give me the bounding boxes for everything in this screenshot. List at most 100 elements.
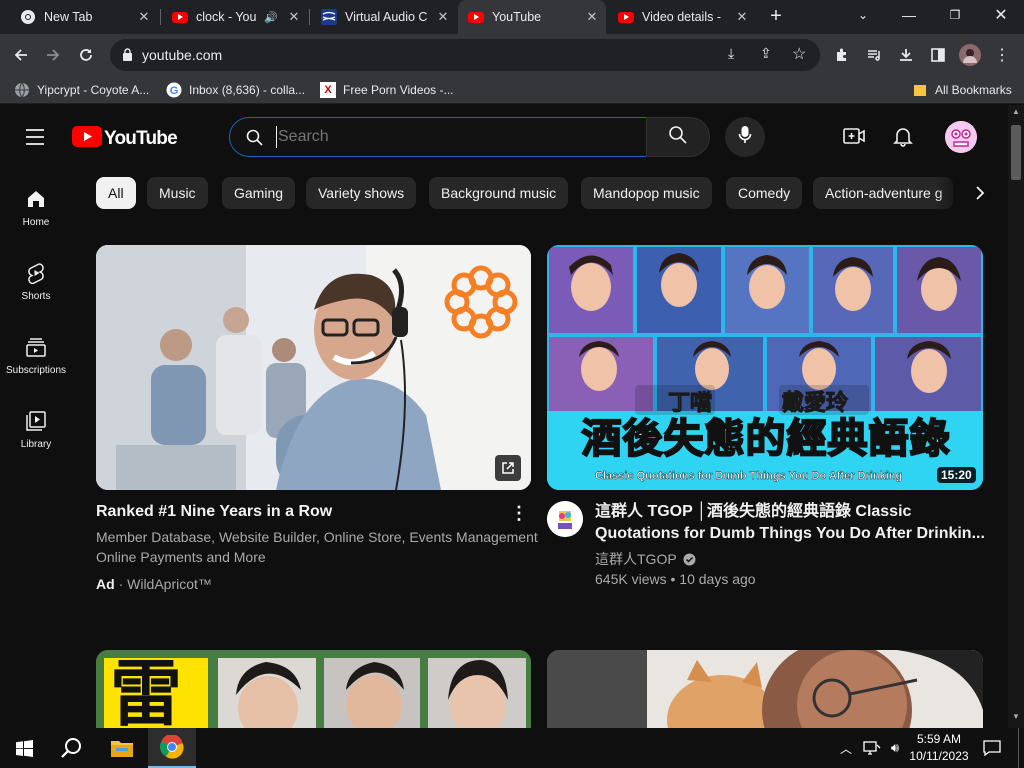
chip-variety-shows[interactable]: Variety shows <box>306 177 417 209</box>
google-icon: G <box>166 82 182 98</box>
scrollbar-thumb[interactable] <box>1011 125 1021 180</box>
windows-start-icon[interactable] <box>0 728 48 768</box>
bookmarks-bar: Yipcrypt - Coyote A... G Inbox (8,636) -… <box>0 76 1024 104</box>
tab-search-chevron-icon[interactable]: ⌄ <box>840 0 886 30</box>
tray-overflow-chevron-icon[interactable]: ︿ <box>836 728 856 768</box>
video-stats: 645K views • 10 days ago <box>595 571 756 587</box>
voice-search-button[interactable] <box>725 117 765 157</box>
media-queue-icon[interactable] <box>861 42 887 68</box>
reload-icon[interactable] <box>73 42 99 68</box>
bookmark-star-icon[interactable]: ☆ <box>792 44 806 64</box>
lock-icon[interactable] <box>122 48 133 66</box>
bookmark-label: Free Porn Videos -... <box>343 83 454 97</box>
create-video-icon[interactable] <box>842 125 866 152</box>
taskbar-search-icon[interactable] <box>48 728 96 768</box>
profile-avatar-icon[interactable] <box>957 42 983 68</box>
chip-all[interactable]: All <box>96 177 136 209</box>
ad-advertiser: Ad · WildApricot™ <box>96 576 212 592</box>
page-scrollbar[interactable]: ▲ ▼ <box>1008 105 1024 728</box>
thumb-headline: 酒後失態的經典語錄 <box>581 416 951 462</box>
new-tab-plus-icon[interactable]: + <box>764 5 788 29</box>
virtual-audio-icon <box>321 9 337 25</box>
youtube-logo-text: YouTube <box>104 128 178 149</box>
chip-background-music[interactable]: Background music <box>429 177 569 209</box>
thumb-subtitle: Classic Quotations for Dumb Things You D… <box>595 470 903 482</box>
chrome-taskbar-icon[interactable] <box>148 728 196 768</box>
bookmark-item[interactable]: X Free Porn Videos -... <box>320 81 454 99</box>
video-title-line2[interactable]: Quotations for Dumb Things You Do After … <box>595 523 985 545</box>
sidebar-item-library[interactable]: Library <box>0 409 72 450</box>
extensions-puzzle-icon[interactable] <box>829 42 855 68</box>
notifications-bell-icon[interactable] <box>892 125 914 152</box>
sidebar-item-shorts[interactable]: Shorts <box>0 261 72 302</box>
speaker-icon[interactable]: 🔊 <box>264 11 278 24</box>
x-icon: X <box>320 82 336 98</box>
search-input[interactable] <box>276 126 631 148</box>
minimize-icon[interactable]: — <box>886 0 932 30</box>
bookmark-item[interactable]: Yipcrypt - Coyote A... <box>14 81 149 99</box>
video-thumbnail[interactable]: 雷 <box>96 650 531 728</box>
system-clock[interactable]: 5:59 AM 10/11/2023 <box>900 731 978 765</box>
account-avatar-icon[interactable] <box>945 121 977 153</box>
search-button[interactable] <box>646 117 710 157</box>
scroll-down-arrow-icon[interactable]: ▼ <box>1008 712 1024 726</box>
search-box[interactable] <box>229 117 647 157</box>
video-thumbnail[interactable] <box>547 650 983 728</box>
downloads-icon[interactable] <box>893 42 919 68</box>
chip-gaming[interactable]: Gaming <box>222 177 296 209</box>
clock-date: 10/11/2023 <box>909 749 969 763</box>
view-count: 645K views <box>595 571 667 587</box>
share-icon[interactable]: ⇪ <box>760 45 772 62</box>
tab-strip: New Tab ✕ clock - You 🔊 ✕ Virtual Audio … <box>0 0 1024 34</box>
side-panel-icon[interactable] <box>925 42 951 68</box>
close-window-icon[interactable]: ✕ <box>978 0 1024 30</box>
thumb-name-right: 戴愛玲 <box>781 391 849 417</box>
channel-name[interactable]: 這群人TGOP <box>595 549 677 569</box>
tab-virtual-audio[interactable]: Virtual Audio C ✕ <box>311 0 457 34</box>
svg-text:G: G <box>170 85 179 97</box>
address-bar[interactable]: youtube.com ⤓ ⇪ ☆ <box>110 39 820 71</box>
ad-more-options-icon[interactable]: ⋮ <box>510 503 528 523</box>
verified-check-icon <box>683 553 696 566</box>
channel-avatar[interactable] <box>547 501 583 537</box>
youtube-icon <box>172 9 188 25</box>
close-tab-icon[interactable]: ✕ <box>734 9 750 25</box>
ad-thumbnail[interactable] <box>96 245 531 490</box>
bookmark-item[interactable]: G Inbox (8,636) - colla... <box>166 81 305 99</box>
external-link-icon[interactable] <box>495 455 521 481</box>
hamburger-menu-icon[interactable] <box>24 127 48 152</box>
all-bookmarks-folder[interactable]: All Bookmarks <box>912 81 1012 99</box>
chip-mandopop-music[interactable]: Mandopop music <box>581 177 712 209</box>
youtube-logo[interactable]: YouTube <box>72 126 178 152</box>
close-tab-icon[interactable]: ✕ <box>584 9 600 25</box>
chrome-menu-icon[interactable]: ⋮ <box>989 42 1015 68</box>
close-tab-icon[interactable]: ✕ <box>435 9 451 25</box>
sidebar-item-label: Subscriptions <box>5 365 67 376</box>
show-desktop-button[interactable] <box>1018 728 1024 768</box>
close-tab-icon[interactable]: ✕ <box>136 9 152 25</box>
install-app-icon[interactable]: ⤓ <box>728 45 734 62</box>
clock-time: 5:59 AM <box>916 732 962 746</box>
notification-center-icon[interactable] <box>980 728 1004 768</box>
sidebar-item-subscriptions[interactable]: Subscriptions <box>0 335 72 376</box>
scroll-up-arrow-icon[interactable]: ▲ <box>1008 107 1024 121</box>
chips-next-chevron-icon[interactable] <box>962 175 998 211</box>
video-title-line1[interactable]: 這群人 TGOP │酒後失態的經典語錄 Classic <box>595 501 975 523</box>
tab-new-tab[interactable]: New Tab ✕ <box>10 0 158 34</box>
chip-action-adventure[interactable]: Action-adventure g <box>813 177 953 209</box>
video-thumbnail[interactable]: 丁噹 戴愛玲 酒後失態的經典語錄 Classic Quotations for … <box>547 245 983 490</box>
forward-arrow-icon[interactable] <box>40 42 66 68</box>
chip-comedy[interactable]: Comedy <box>726 177 803 209</box>
channel-row[interactable]: 這群人TGOP <box>595 549 696 569</box>
back-arrow-icon[interactable] <box>8 42 34 68</box>
chip-music[interactable]: Music <box>147 177 208 209</box>
file-explorer-icon[interactable] <box>98 728 146 768</box>
ad-title[interactable]: Ranked #1 Nine Years in a Row <box>96 501 496 523</box>
close-tab-icon[interactable]: ✕ <box>286 9 302 25</box>
tab-youtube-active[interactable]: YouTube ✕ <box>458 0 606 34</box>
sidebar-item-home[interactable]: Home <box>0 187 72 228</box>
tab-clock[interactable]: clock - You 🔊 ✕ <box>162 0 308 34</box>
tab-video-details[interactable]: Video details - ✕ <box>608 0 756 34</box>
network-icon[interactable] <box>860 728 884 768</box>
restore-icon[interactable]: ❐ <box>932 0 978 30</box>
